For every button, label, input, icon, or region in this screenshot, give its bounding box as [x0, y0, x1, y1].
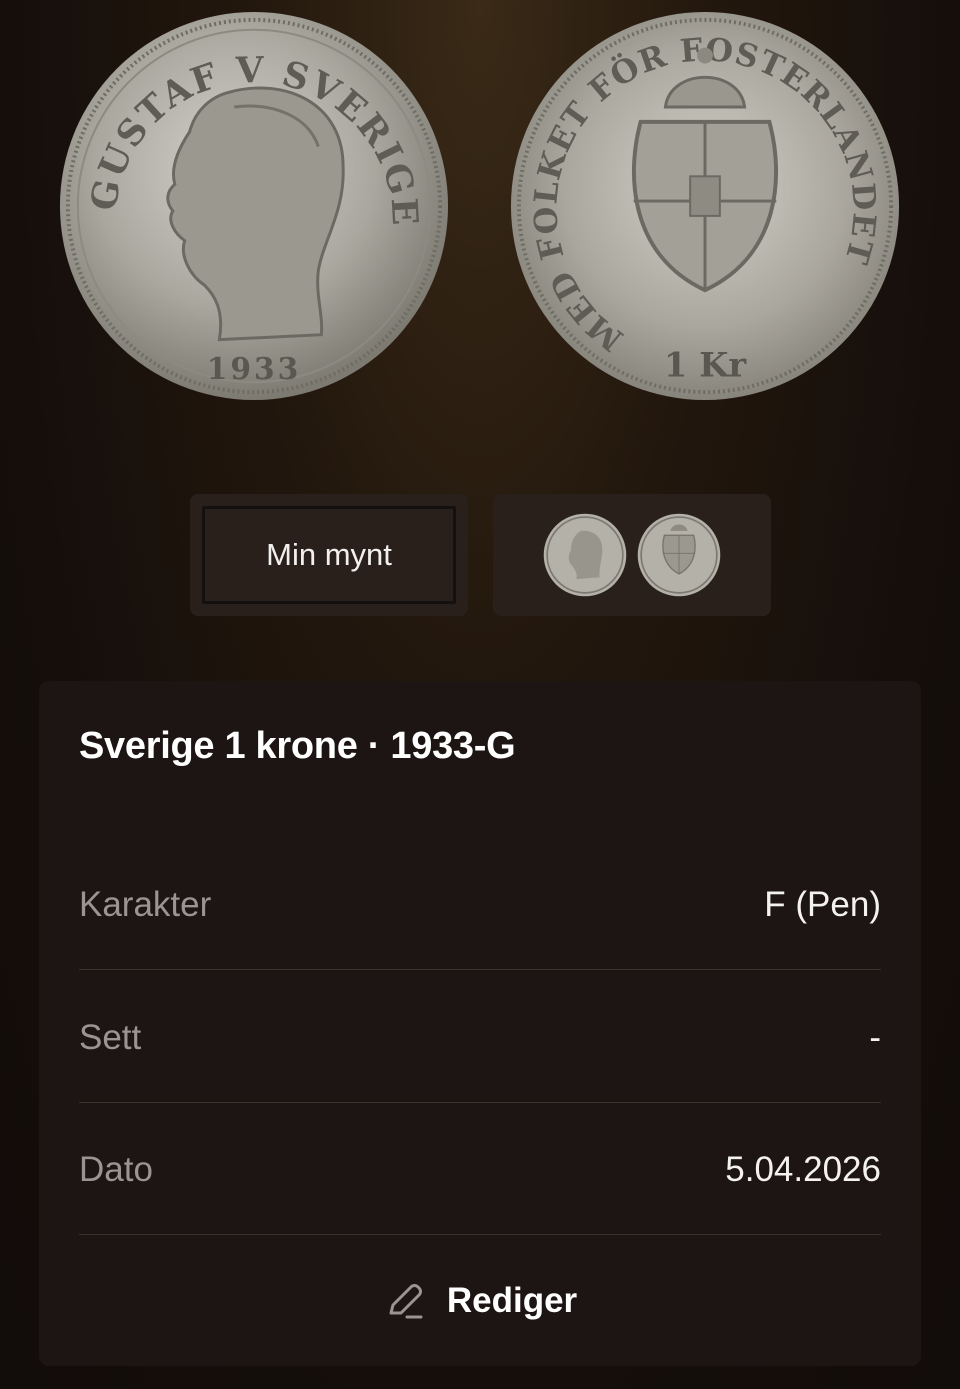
reverse-thumbnail: [637, 513, 721, 597]
detail-value: -: [869, 1017, 881, 1057]
pencil-icon: [389, 1284, 423, 1319]
coin-reverse-image[interactable]: MED FOLKET FÖR FOSTERLANDET 1 Kr: [507, 8, 903, 404]
divider: [79, 969, 881, 970]
detail-value: 5.04.2026: [725, 1149, 881, 1189]
coin-details-card: Sverige 1 krone · 1933-G Karakter F (Pen…: [39, 681, 921, 1366]
svg-text:1933: 1933: [207, 352, 302, 387]
detail-value: F (Pen): [764, 884, 881, 924]
coin-obverse-image[interactable]: GUSTAF V SVERIGES KONUNG 1933: [56, 8, 452, 404]
edit-label: Rediger: [446, 1281, 578, 1320]
reference-photos-tab[interactable]: [493, 494, 771, 616]
coin-title: Sverige 1 krone · 1933-G: [79, 725, 516, 767]
svg-text:1 Kr: 1 Kr: [664, 344, 747, 384]
coin-photo-hero: GUSTAF V SVERIGES KONUNG 1933 MED FOLKET…: [0, 0, 960, 440]
detail-row-grade: Karakter F (Pen): [79, 838, 881, 971]
obverse-thumbnail: [543, 513, 627, 597]
divider: [79, 1234, 881, 1235]
my-coin-tab[interactable]: Min mynt: [190, 494, 468, 616]
detail-label: Sett: [79, 1017, 142, 1057]
detail-label: Karakter: [79, 884, 212, 924]
detail-row-date: Dato 5.04.2026: [79, 1103, 881, 1236]
detail-label: Dato: [79, 1149, 153, 1189]
edit-button[interactable]: Rediger: [39, 1261, 921, 1341]
detail-row-set: Sett -: [79, 971, 881, 1104]
my-coin-label: Min mynt: [202, 506, 456, 604]
